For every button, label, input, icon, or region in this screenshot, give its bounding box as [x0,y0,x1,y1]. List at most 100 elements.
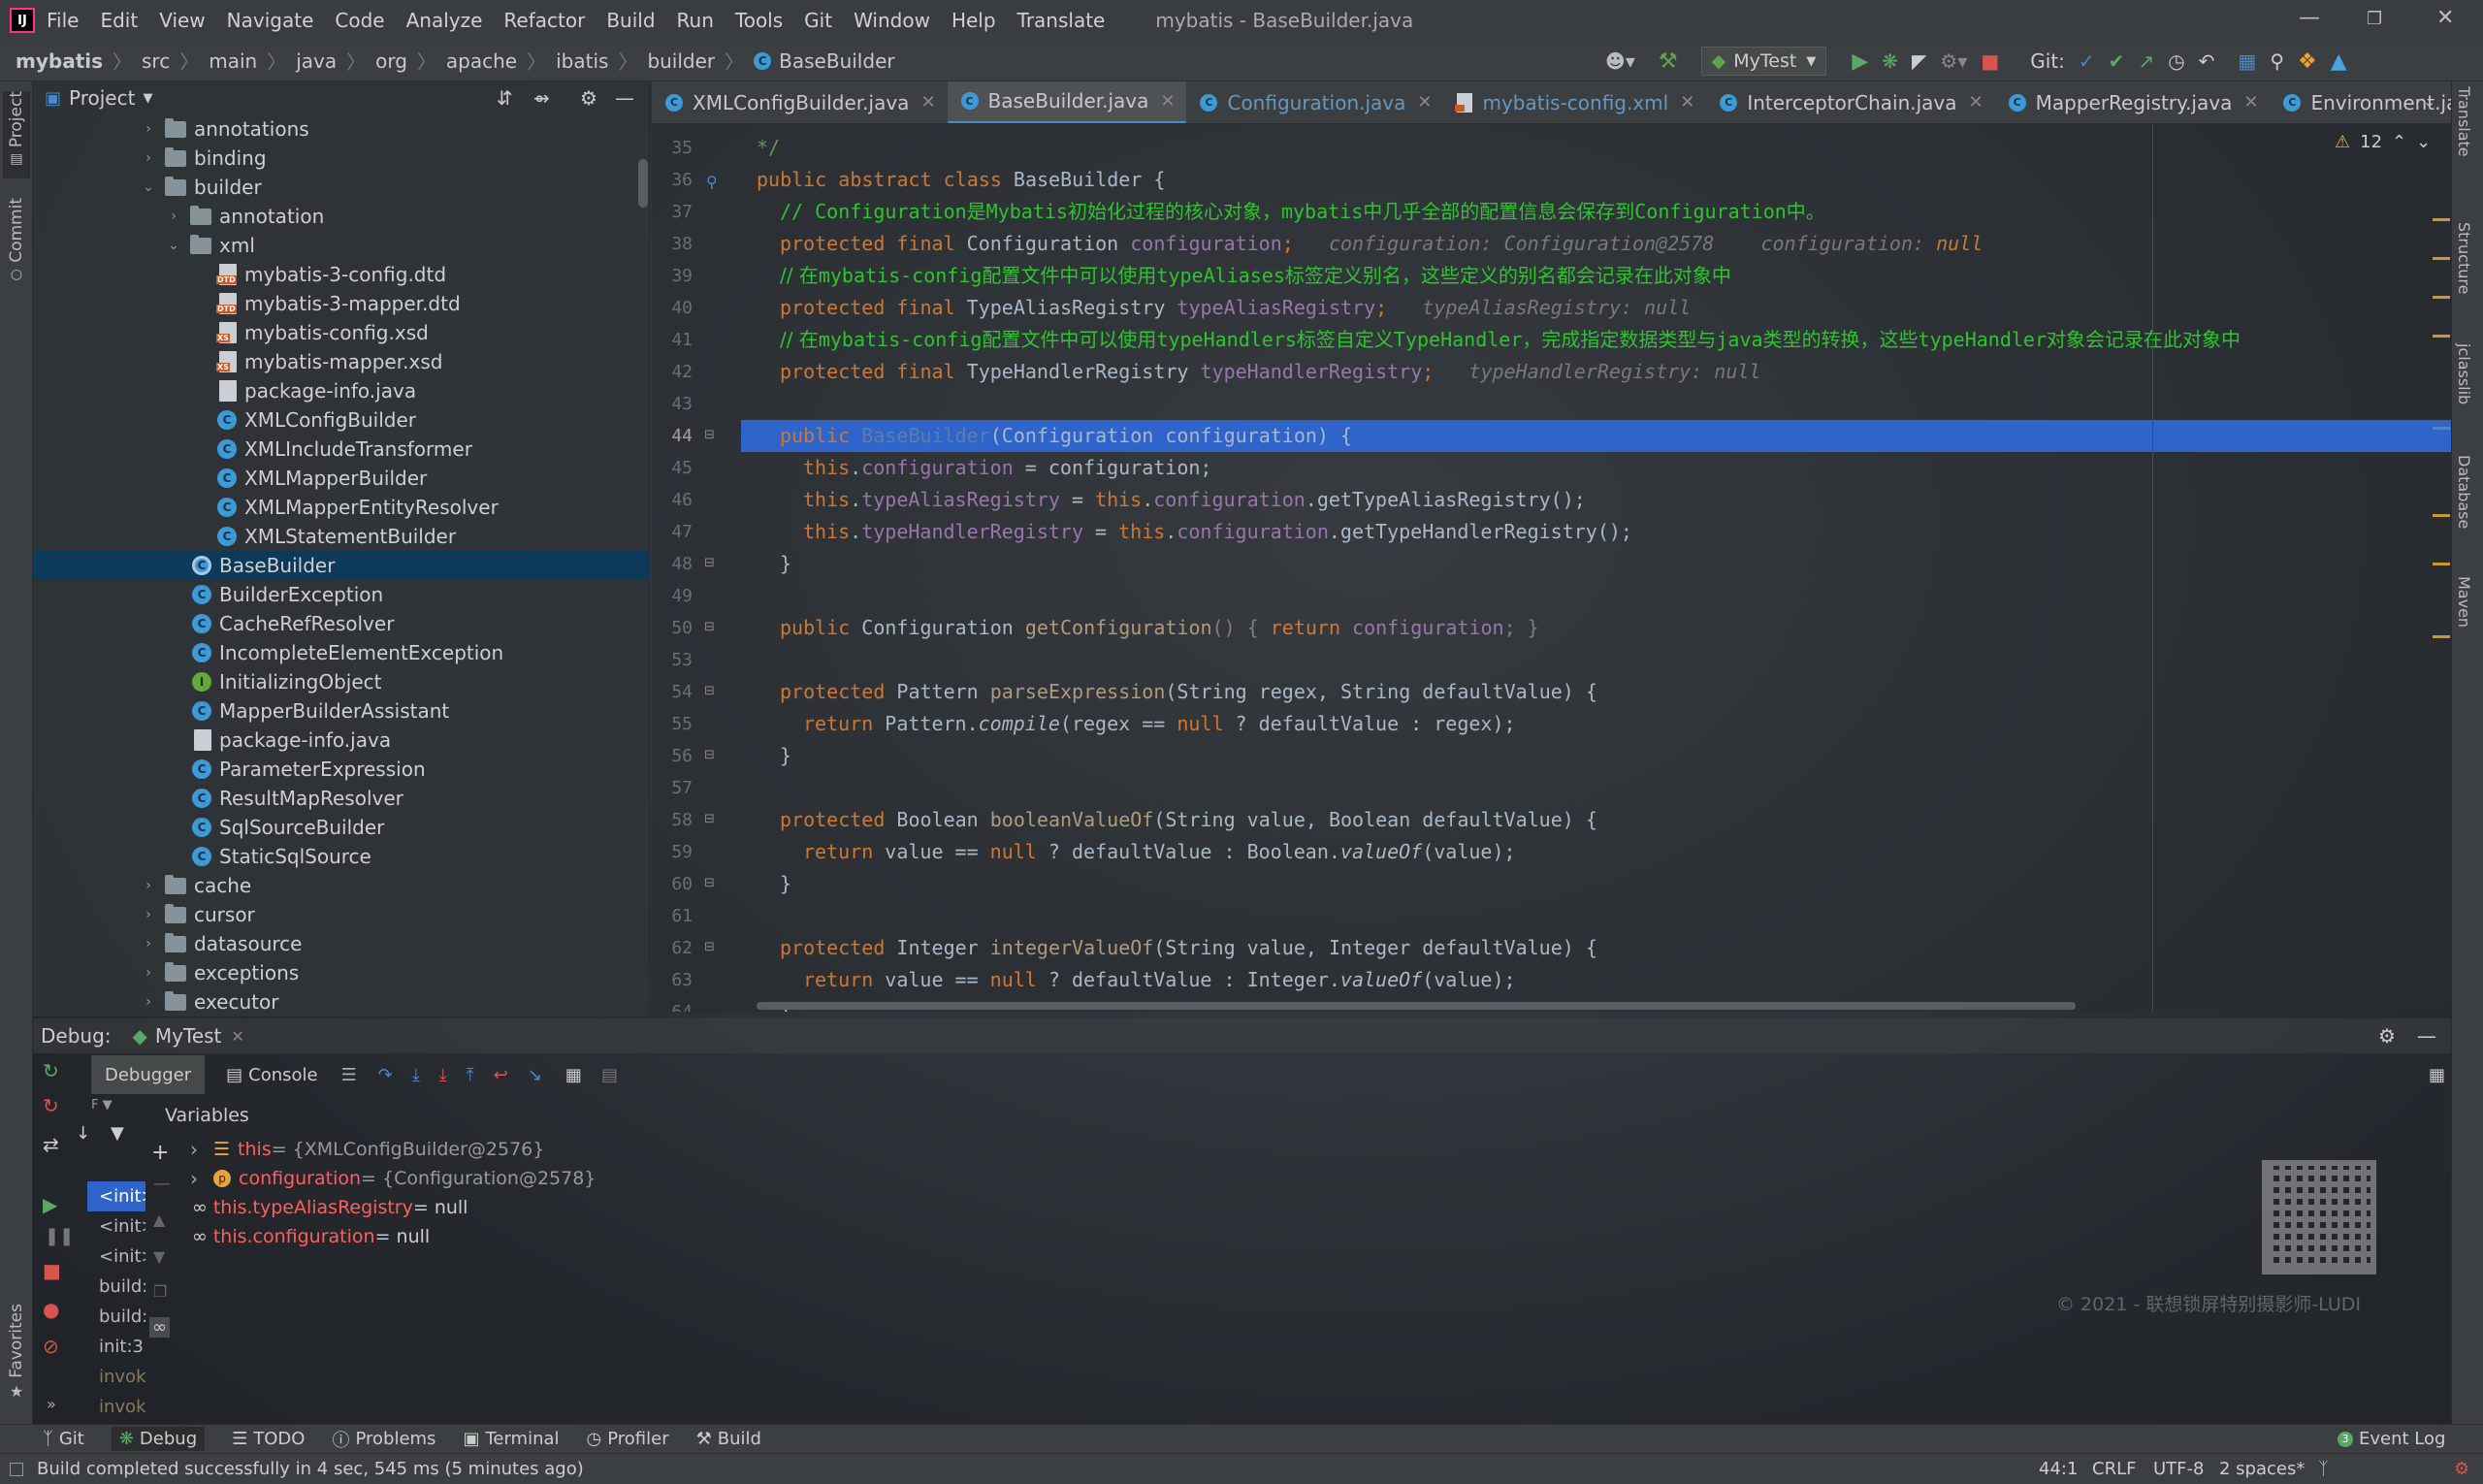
line-number[interactable]: 55 [652,714,693,734]
menu-window[interactable]: Window [854,9,930,32]
line-number[interactable]: 38 [652,234,693,254]
tree-item-xmlstatementbuilder[interactable]: C XMLStatementBuilder [33,522,650,551]
line-number[interactable]: 50 [652,618,693,638]
close-tab-icon[interactable]: ✕ [1417,92,1432,113]
line-number[interactable]: 63 [652,970,693,990]
close-tab-icon[interactable]: ✕ [1160,91,1175,112]
line-number[interactable]: 45 [652,458,693,478]
warning-stripe-mark[interactable] [2433,335,2450,338]
tab-interceptorchain-java[interactable]: C InterceptorChain.java ✕ [1706,81,1994,123]
breadcrumb-basebuilder[interactable]: BaseBuilder [779,49,894,73]
chevron-down-icon[interactable]: ⌄ [167,238,180,253]
stack-frame[interactable]: <init> [87,1181,145,1211]
debug-bug-icon[interactable]: ❋ [1882,49,1898,73]
tree-item-xml[interactable]: ⌄ xml [33,231,650,260]
menu-edit[interactable]: Edit [100,9,138,32]
tree-item-mybatis-3-config-dtd[interactable]: DTD mybatis-3-config.dtd [33,260,650,289]
arrow-down-icon[interactable]: ↓ [76,1123,90,1144]
line-number[interactable]: 49 [652,586,693,606]
tree-item-builder[interactable]: ⌄ builder [33,173,650,202]
tab-configuration-java[interactable]: C Configuration.java ✕ [1186,81,1443,123]
tree-item-datasource[interactable]: › datasource [33,929,650,958]
tree-item-parameterexpression[interactable]: C ParameterExpression [33,755,650,784]
line-separator[interactable]: CRLF [2092,1459,2136,1479]
rerun-icon[interactable]: ↻ [43,1059,59,1082]
chevron-right-icon[interactable]: › [190,1167,204,1190]
tree-item-xmlincludetransformer[interactable]: C XMLIncludeTransformer [33,435,650,464]
tab-mapperregistry-java[interactable]: C MapperRegistry.java ✕ [1995,81,2271,123]
tree-item-exceptions[interactable]: › exceptions [33,958,650,987]
line-number[interactable]: 36 [652,170,693,190]
line-number[interactable]: 44 [652,426,693,446]
pause-icon[interactable]: ❚❚ [45,1226,74,1246]
profile-icon[interactable]: ⚙▾ [1940,49,1967,73]
fold-marker-icon[interactable]: ⊟ [704,428,715,442]
menu-refactor[interactable]: Refactor [503,9,585,32]
menu-code[interactable]: Code [335,9,384,32]
line-number[interactable]: 35 [652,138,693,158]
build-tool-button[interactable]: ⚒ Build [696,1429,761,1449]
step-into-icon[interactable]: ⤓ [412,1065,420,1085]
close-tab-icon[interactable]: ✕ [1680,92,1694,113]
debug-session-tab[interactable]: MyTest [155,1024,221,1048]
stack-frame[interactable]: invok [87,1392,145,1422]
memory-indicator-icon[interactable]: ⚙ [2454,1459,2469,1479]
todo-tool-button[interactable]: ☰ TODO [232,1429,305,1449]
tab-mybatis-config-xml[interactable]: mybatis-config.xml ✕ [1443,81,1706,123]
warning-stripe-mark[interactable] [2433,563,2450,565]
stack-frame[interactable]: invok [87,1362,145,1392]
next-highlight-icon[interactable]: ⌄ [2416,132,2431,152]
view-breakpoints-icon[interactable]: ● [43,1298,59,1321]
indent-setting[interactable]: 2 spaces* [2219,1459,2305,1479]
gear-icon[interactable]: ⚙ [580,86,597,110]
chevron-right-icon[interactable]: › [142,965,155,981]
menu-view[interactable]: View [159,9,205,32]
project-tool-button[interactable]: Project ▤ [3,91,30,178]
debugger-tab[interactable]: Debugger [91,1055,206,1094]
stack-frame[interactable]: init:3 [87,1332,145,1362]
rerun-failed-icon[interactable]: ↻ [43,1094,59,1117]
line-number[interactable]: 59 [652,842,693,862]
tree-item-sqlsourcebuilder[interactable]: C SqlSourceBuilder [33,813,650,842]
chevron-down-icon[interactable]: ⌄ [142,179,155,195]
fold-marker-icon[interactable]: ⊟ [704,812,715,826]
implemented-marker-icon[interactable]: ⚲ [706,173,718,191]
git-branch-icon[interactable]: ᛉ [2318,1459,2329,1479]
breadcrumb-apache[interactable]: apache [446,49,517,73]
line-number[interactable]: 39 [652,266,693,286]
breadcrumb-builder[interactable]: builder [647,49,715,73]
fold-marker-icon[interactable]: ⊟ [704,684,715,698]
line-number[interactable]: 61 [652,906,693,926]
tree-item-cache[interactable]: › cache [33,871,650,900]
line-number[interactable]: 60 [652,874,693,894]
horizontal-scrollbar[interactable] [757,1002,2076,1010]
menu-run[interactable]: Run [677,9,714,32]
console-tab[interactable]: ▤ Console [226,1065,317,1085]
stack-frame[interactable]: build: [87,1302,145,1332]
line-number[interactable]: 53 [652,650,693,670]
tree-item-annotations[interactable]: › annotations [33,114,650,144]
resume-icon[interactable]: ▶ [43,1193,57,1216]
close-session-icon[interactable]: ✕ [231,1027,243,1046]
warning-stripe-mark[interactable] [2433,635,2450,638]
history-icon[interactable]: ◷ [2168,49,2184,73]
run-icon[interactable]: ▶ [1852,49,1868,74]
structure-icon[interactable]: ▦ [2238,49,2256,73]
fold-marker-icon[interactable]: ⊟ [704,620,715,634]
hammer-build-icon[interactable]: ⚒ [1659,49,1678,74]
close-icon[interactable]: ✕ [2436,6,2454,30]
debug-tool-button[interactable]: ❋ Debug [111,1427,206,1451]
stack-frame[interactable]: build: [87,1272,145,1302]
chevron-right-icon[interactable]: › [167,209,180,224]
breadcrumb-org[interactable]: org [375,49,407,73]
tree-item-executor[interactable]: › executor [33,987,650,1016]
settings-sync-icon[interactable]: ⇄ [43,1133,59,1156]
tree-item-binding[interactable]: › binding [33,144,650,173]
expand-all-icon[interactable]: ⇵ [497,86,513,110]
git-tool-button[interactable]: ᛉ Git [43,1429,84,1449]
fold-marker-icon[interactable]: ⊟ [704,748,715,762]
menu-analyze[interactable]: Analyze [406,9,483,32]
menu-lines-icon[interactable]: ☰ [341,1065,357,1085]
git-update-icon[interactable]: ✓ [2079,49,2095,73]
structure-tool-button[interactable]: Structure [2455,222,2473,294]
